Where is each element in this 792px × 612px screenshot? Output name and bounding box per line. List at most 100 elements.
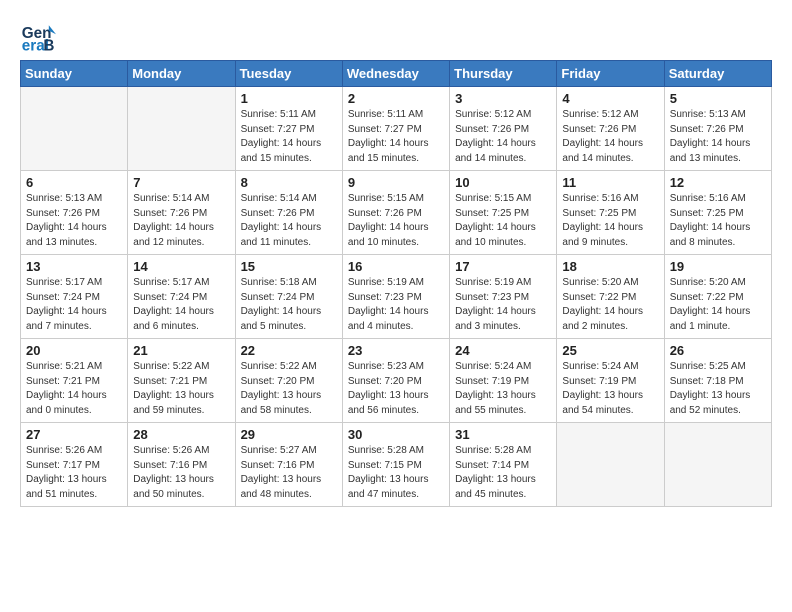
day-number: 2 bbox=[348, 91, 444, 106]
day-info: Sunrise: 5:24 AM Sunset: 7:19 PM Dayligh… bbox=[562, 360, 658, 418]
day-info: Sunrise: 5:25 AM Sunset: 7:18 PM Dayligh… bbox=[670, 360, 766, 418]
calendar-cell: 21 Sunrise: 5:22 AM Sunset: 7:21 PM Dayli… bbox=[128, 339, 235, 423]
calendar-cell: 28Sunrise: 5:26 AM Sunset: 7:16 PM Dayli… bbox=[128, 423, 235, 507]
day-number: 25 bbox=[562, 343, 658, 358]
day-info: Sunrise: 5:17 AM Sunset: 7:24 PM Dayligh… bbox=[133, 276, 229, 334]
day-info: Sunrise: 5:23 AM Sunset: 7:20 PM Dayligh… bbox=[348, 360, 444, 418]
calendar-cell: 20 Sunrise: 5:21 AM Sunset: 7:21 PM Dayli… bbox=[21, 339, 128, 423]
day-info: Sunrise: 5:28 AM Sunset: 7:14 PM Dayligh… bbox=[455, 444, 551, 502]
day-info: Sunrise: 5:21 AM Sunset: 7:21 PM Dayligh… bbox=[26, 360, 122, 418]
day-number: 6 bbox=[26, 175, 122, 190]
calendar-cell: 23 Sunrise: 5:23 AM Sunset: 7:20 PM Dayli… bbox=[342, 339, 449, 423]
calendar-cell: 16 Sunrise: 5:19 AM Sunset: 7:23 PM Dayli… bbox=[342, 255, 449, 339]
day-info: Sunrise: 5:17 AM Sunset: 7:24 PM Dayligh… bbox=[26, 276, 122, 334]
day-info: Sunrise: 5:13 AM Sunset: 7:26 PM Dayligh… bbox=[670, 108, 766, 166]
page: Gen eral B SundayMondayTuesdayWednesdayT… bbox=[0, 0, 792, 612]
calendar-cell bbox=[21, 87, 128, 171]
day-info: Sunrise: 5:26 AM Sunset: 7:17 PM Dayligh… bbox=[26, 444, 122, 502]
day-info: Sunrise: 5:11 AM Sunset: 7:27 PM Dayligh… bbox=[348, 108, 444, 166]
calendar-cell bbox=[664, 423, 771, 507]
logo: Gen eral B bbox=[20, 18, 60, 54]
calendar-cell: 9 Sunrise: 5:15 AM Sunset: 7:26 PM Daylig… bbox=[342, 171, 449, 255]
day-number: 12 bbox=[670, 175, 766, 190]
logo-icon: Gen eral B bbox=[20, 18, 56, 54]
day-info: Sunrise: 5:18 AM Sunset: 7:24 PM Dayligh… bbox=[241, 276, 337, 334]
day-number: 4 bbox=[562, 91, 658, 106]
calendar-header-friday: Friday bbox=[557, 61, 664, 87]
calendar-cell: 5 Sunrise: 5:13 AM Sunset: 7:26 PM Daylig… bbox=[664, 87, 771, 171]
day-number: 5 bbox=[670, 91, 766, 106]
day-number: 29 bbox=[241, 427, 337, 442]
day-info: Sunrise: 5:26 AM Sunset: 7:16 PM Dayligh… bbox=[133, 444, 229, 502]
day-info: Sunrise: 5:15 AM Sunset: 7:25 PM Dayligh… bbox=[455, 192, 551, 250]
calendar-cell: 26 Sunrise: 5:25 AM Sunset: 7:18 PM Dayli… bbox=[664, 339, 771, 423]
day-info: Sunrise: 5:12 AM Sunset: 7:26 PM Dayligh… bbox=[455, 108, 551, 166]
calendar-cell: 1 Sunrise: 5:11 AM Sunset: 7:27 PM Daylig… bbox=[235, 87, 342, 171]
day-info: Sunrise: 5:16 AM Sunset: 7:25 PM Dayligh… bbox=[670, 192, 766, 250]
calendar-cell: 2 Sunrise: 5:11 AM Sunset: 7:27 PM Daylig… bbox=[342, 87, 449, 171]
day-number: 23 bbox=[348, 343, 444, 358]
day-number: 31 bbox=[455, 427, 551, 442]
day-info: Sunrise: 5:19 AM Sunset: 7:23 PM Dayligh… bbox=[348, 276, 444, 334]
calendar-cell: 12 Sunrise: 5:16 AM Sunset: 7:25 PM Dayli… bbox=[664, 171, 771, 255]
day-info: Sunrise: 5:14 AM Sunset: 7:26 PM Dayligh… bbox=[241, 192, 337, 250]
calendar-cell: 4Sunrise: 5:12 AM Sunset: 7:26 PM Daylig… bbox=[557, 87, 664, 171]
day-number: 21 bbox=[133, 343, 229, 358]
day-number: 16 bbox=[348, 259, 444, 274]
calendar-cell: 15 Sunrise: 5:18 AM Sunset: 7:24 PM Dayli… bbox=[235, 255, 342, 339]
day-number: 17 bbox=[455, 259, 551, 274]
day-info: Sunrise: 5:15 AM Sunset: 7:26 PM Dayligh… bbox=[348, 192, 444, 250]
day-info: Sunrise: 5:13 AM Sunset: 7:26 PM Dayligh… bbox=[26, 192, 122, 250]
day-info: Sunrise: 5:14 AM Sunset: 7:26 PM Dayligh… bbox=[133, 192, 229, 250]
day-number: 30 bbox=[348, 427, 444, 442]
day-number: 27 bbox=[26, 427, 122, 442]
calendar-cell: 19Sunrise: 5:20 AM Sunset: 7:22 PM Dayli… bbox=[664, 255, 771, 339]
calendar-cell: 30 Sunrise: 5:28 AM Sunset: 7:15 PM Dayli… bbox=[342, 423, 449, 507]
calendar-cell: 7 Sunrise: 5:14 AM Sunset: 7:26 PM Daylig… bbox=[128, 171, 235, 255]
day-info: Sunrise: 5:20 AM Sunset: 7:22 PM Dayligh… bbox=[562, 276, 658, 334]
header: Gen eral B bbox=[20, 18, 772, 54]
calendar-cell: 17 Sunrise: 5:19 AM Sunset: 7:23 PM Dayli… bbox=[450, 255, 557, 339]
calendar-header-wednesday: Wednesday bbox=[342, 61, 449, 87]
day-number: 18 bbox=[562, 259, 658, 274]
svg-text:B: B bbox=[43, 37, 54, 54]
calendar-cell: 27 Sunrise: 5:26 AM Sunset: 7:17 PM Dayli… bbox=[21, 423, 128, 507]
day-info: Sunrise: 5:16 AM Sunset: 7:25 PM Dayligh… bbox=[562, 192, 658, 250]
calendar-cell: 14 Sunrise: 5:17 AM Sunset: 7:24 PM Dayli… bbox=[128, 255, 235, 339]
day-number: 14 bbox=[133, 259, 229, 274]
day-number: 10 bbox=[455, 175, 551, 190]
day-number: 8 bbox=[241, 175, 337, 190]
calendar-header-monday: Monday bbox=[128, 61, 235, 87]
calendar: SundayMondayTuesdayWednesdayThursdayFrid… bbox=[20, 60, 772, 507]
calendar-cell: 10 Sunrise: 5:15 AM Sunset: 7:25 PM Dayli… bbox=[450, 171, 557, 255]
day-number: 11 bbox=[562, 175, 658, 190]
calendar-cell: 11 Sunrise: 5:16 AM Sunset: 7:25 PM Dayli… bbox=[557, 171, 664, 255]
day-number: 19 bbox=[670, 259, 766, 274]
day-number: 9 bbox=[348, 175, 444, 190]
calendar-cell: 31 Sunrise: 5:28 AM Sunset: 7:14 PM Dayli… bbox=[450, 423, 557, 507]
calendar-cell bbox=[557, 423, 664, 507]
calendar-cell bbox=[128, 87, 235, 171]
day-info: Sunrise: 5:19 AM Sunset: 7:23 PM Dayligh… bbox=[455, 276, 551, 334]
day-number: 13 bbox=[26, 259, 122, 274]
day-number: 7 bbox=[133, 175, 229, 190]
calendar-cell: 18 Sunrise: 5:20 AM Sunset: 7:22 PM Dayli… bbox=[557, 255, 664, 339]
day-info: Sunrise: 5:27 AM Sunset: 7:16 PM Dayligh… bbox=[241, 444, 337, 502]
day-info: Sunrise: 5:22 AM Sunset: 7:20 PM Dayligh… bbox=[241, 360, 337, 418]
calendar-header-row: SundayMondayTuesdayWednesdayThursdayFrid… bbox=[21, 61, 772, 87]
calendar-cell: 24Sunrise: 5:24 AM Sunset: 7:19 PM Dayli… bbox=[450, 339, 557, 423]
day-info: Sunrise: 5:22 AM Sunset: 7:21 PM Dayligh… bbox=[133, 360, 229, 418]
calendar-cell: 29 Sunrise: 5:27 AM Sunset: 7:16 PM Dayli… bbox=[235, 423, 342, 507]
calendar-cell: 25 Sunrise: 5:24 AM Sunset: 7:19 PM Dayli… bbox=[557, 339, 664, 423]
day-info: Sunrise: 5:28 AM Sunset: 7:15 PM Dayligh… bbox=[348, 444, 444, 502]
day-number: 22 bbox=[241, 343, 337, 358]
calendar-header-saturday: Saturday bbox=[664, 61, 771, 87]
day-info: Sunrise: 5:11 AM Sunset: 7:27 PM Dayligh… bbox=[241, 108, 337, 166]
day-number: 26 bbox=[670, 343, 766, 358]
calendar-header-tuesday: Tuesday bbox=[235, 61, 342, 87]
calendar-cell: 22 Sunrise: 5:22 AM Sunset: 7:20 PM Dayli… bbox=[235, 339, 342, 423]
day-number: 1 bbox=[241, 91, 337, 106]
day-number: 20 bbox=[26, 343, 122, 358]
day-number: 15 bbox=[241, 259, 337, 274]
calendar-header-sunday: Sunday bbox=[21, 61, 128, 87]
